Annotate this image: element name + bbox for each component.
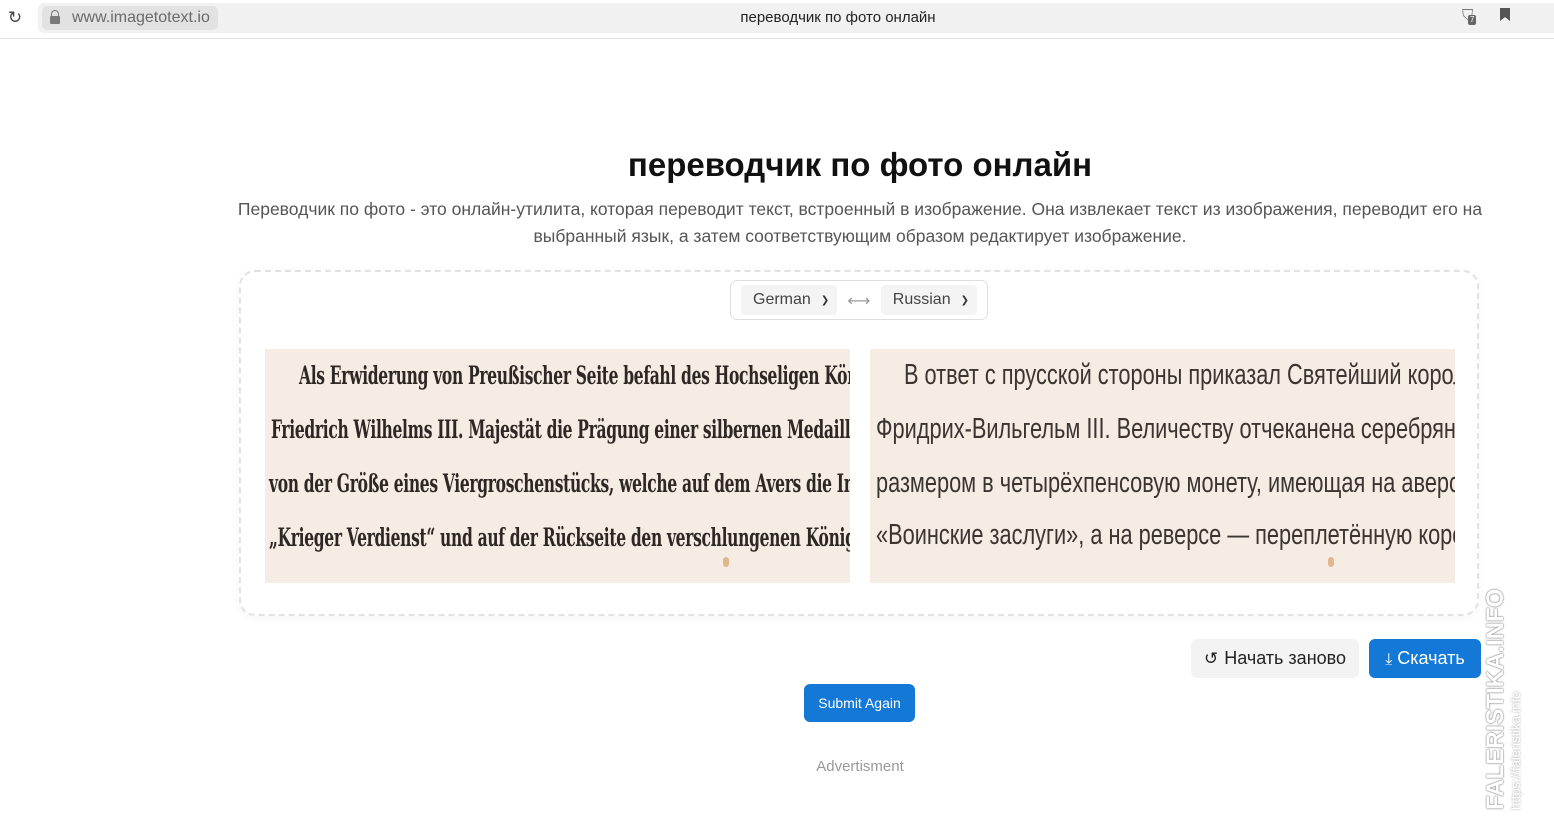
address-bar[interactable]: www.imagetotext.io переводчик по фото он…: [38, 3, 1554, 33]
translated-image-line: Фридрих-Вильгельм III. Величеству отчека…: [876, 413, 1455, 445]
source-image-line: Friedrich Wilhelms III. Majestät die Prä…: [271, 415, 850, 444]
translated-image-line: размером в четырёхпенсовую монету, имеющ…: [876, 467, 1455, 499]
restart-label: Начать заново: [1224, 648, 1347, 668]
lock-icon: [50, 10, 60, 24]
advertisement-label: Advertisment: [816, 758, 904, 775]
paper-speck: [723, 557, 729, 567]
translated-image: В ответ с прусской стороны приказал Свят…: [870, 349, 1455, 583]
download-button[interactable]: ⤓ Скачать: [1369, 639, 1481, 678]
watermark-main: FALERISTIKA.INFO: [1482, 588, 1509, 810]
language-selector-bar: German ❯ ⟷ Russian ❯: [730, 280, 988, 320]
source-image-line: von der Größe eines Viergroschenstücks, …: [269, 469, 850, 498]
source-language-select[interactable]: German ❯: [741, 285, 838, 315]
reload-icon[interactable]: ↻: [5, 8, 25, 28]
chevron-down-icon: ❯: [820, 294, 830, 306]
download-label: Скачать: [1397, 648, 1465, 668]
submit-again-button[interactable]: Submit Again: [804, 684, 915, 722]
source-image-line: Als Erwiderung von Preußischer Seite bef…: [299, 361, 850, 390]
page-tab-title: переводчик по фото онлайн: [740, 9, 936, 26]
download-icon: ⤓: [1385, 648, 1393, 668]
url-text: www.imagetotext.io: [72, 9, 210, 26]
swap-arrows-icon[interactable]: ⟷: [837, 291, 881, 310]
url-pill[interactable]: www.imagetotext.io: [42, 6, 218, 30]
translated-image-line: В ответ с прусской стороны приказал Свят…: [904, 359, 1455, 391]
extension-badge: 7: [1468, 15, 1477, 25]
target-language-select[interactable]: Russian ❯: [880, 285, 977, 315]
target-language-value: Russian: [892, 291, 951, 308]
restart-button[interactable]: ↺ Начать заново: [1191, 639, 1359, 678]
translated-image-line: «Воинские заслуги», а на реверсе — переп…: [876, 519, 1455, 551]
page-title: переводчик по фото онлайн: [627, 146, 1093, 183]
watermark-sub: https://faleristika.info: [1508, 691, 1523, 811]
chevron-down-icon: ❯: [960, 294, 969, 306]
source-image-line: „Krieger Verdienst“ und auf der Rückseit…: [269, 523, 850, 552]
source-language-value: German: [753, 291, 811, 308]
paper-speck: [1328, 557, 1334, 567]
source-image: Als Erwiderung von Preußischer Seite bef…: [265, 349, 850, 583]
browser-toolbar: ↻ www.imagetotext.io переводчик по фото …: [0, 0, 1554, 39]
page-description: Переводчик по фото - это онлайн-утилита,…: [237, 199, 1483, 246]
undo-icon: ↺: [1203, 648, 1219, 669]
